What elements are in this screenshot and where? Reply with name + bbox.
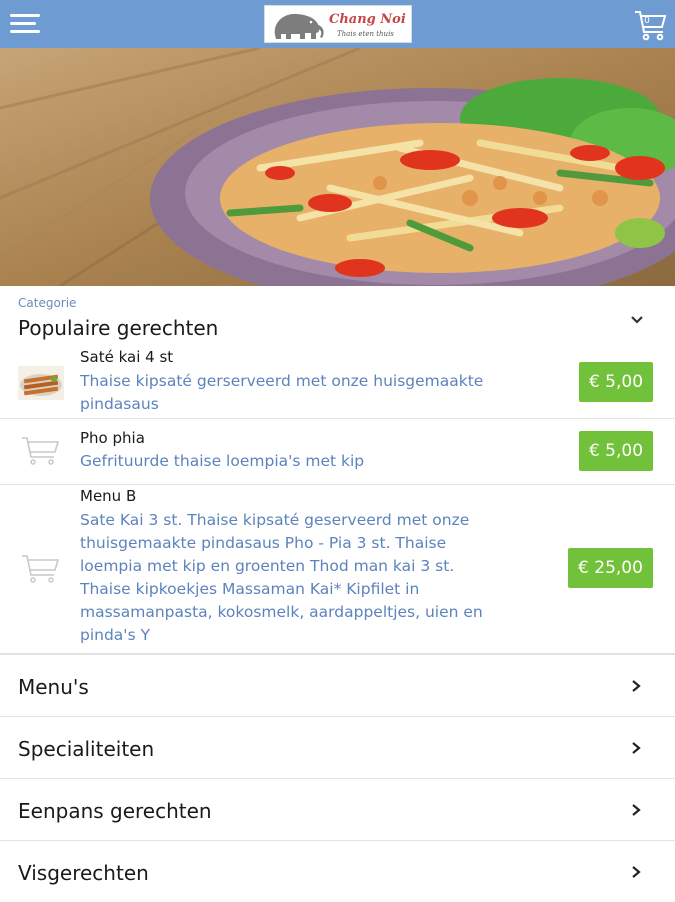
item-description-line: thuisgemaakte pindasaus Pho - Pia 3 st. … [80, 534, 447, 552]
item-name: Menu B [80, 487, 137, 505]
item-description-line: Sate Kai 3 st. Thaise kipsaté geserveerd… [80, 511, 470, 529]
sate-thumbnail-image [18, 366, 64, 400]
item-description-line: pinda's Y [80, 626, 151, 644]
item-description-line: loempia met kip en groenten Thod man kai… [80, 557, 455, 575]
category-label: Menu's [18, 675, 89, 699]
item-name: Saté kai 4 st [80, 348, 174, 366]
menu-item-row[interactable]: Saté kai 4 st Thaise kipsaté gerserveerd… [0, 346, 675, 419]
category-caption: Categorie [18, 296, 77, 310]
logo-name: Chang Noi [329, 12, 406, 27]
item-description: Gefrituurde thaise loempia's met kip [80, 450, 530, 473]
category-row-menus[interactable]: Menu's [0, 654, 675, 716]
menu-item-row[interactable]: Menu B Sate Kai 3 st. Thaise kipsaté ges… [0, 485, 675, 654]
category-header[interactable]: Categorie Populaire gerechten [0, 286, 675, 346]
item-description-line: pindasaus [80, 395, 159, 413]
cart-placeholder-icon [22, 555, 60, 583]
item-name: Pho phia [80, 429, 145, 447]
chevron-right-icon [632, 804, 641, 816]
cart-placeholder-icon [22, 437, 60, 465]
item-description-line: massamanpasta, kokosmelk, aardappeltjes,… [80, 603, 483, 621]
hero-food-image [0, 48, 675, 286]
elephant-logo-icon [274, 13, 324, 39]
menu-item-row[interactable]: Pho phia Gefrituurde thaise loempia's me… [0, 419, 675, 485]
hamburger-menu-icon[interactable] [10, 14, 40, 34]
app-header: Chang Noi Thais eten thuis 0 [0, 0, 675, 48]
category-label: Visgerechten [18, 861, 149, 885]
item-description: Thaise kipsaté gerserveerd met onze huis… [80, 370, 530, 416]
item-description-line: Thaise kipsaté gerserveerd met onze huis… [80, 372, 484, 390]
category-row-visgerechten[interactable]: Visgerechten [0, 840, 675, 902]
chevron-right-icon [632, 742, 641, 754]
logo-tagline: Thais eten thuis [337, 30, 394, 38]
price-button[interactable]: € 5,00 [579, 431, 653, 471]
chevron-down-icon[interactable] [629, 312, 645, 328]
category-row-specialiteiten[interactable]: Specialiteiten [0, 716, 675, 778]
price-button[interactable]: € 5,00 [579, 362, 653, 402]
chevron-right-icon [632, 680, 641, 692]
category-label: Specialiteiten [18, 737, 155, 761]
category-label: Eenpans gerechten [18, 799, 212, 823]
category-row-eenpans[interactable]: Eenpans gerechten [0, 778, 675, 840]
item-description-line: Thaise kipkoekjes Massaman Kai* Kipfilet… [80, 580, 420, 598]
logo[interactable]: Chang Noi Thais eten thuis [264, 5, 412, 43]
category-title: Populaire gerechten [18, 316, 219, 340]
item-description-line: Gefrituurde thaise loempia's met kip [80, 452, 365, 470]
chevron-right-icon [632, 866, 641, 878]
cart-count-badge: 0 [644, 16, 650, 26]
shopping-cart-button[interactable]: 0 [633, 6, 669, 42]
item-description: Sate Kai 3 st. Thaise kipsaté geserveerd… [80, 509, 530, 647]
price-button[interactable]: € 25,00 [568, 548, 653, 588]
